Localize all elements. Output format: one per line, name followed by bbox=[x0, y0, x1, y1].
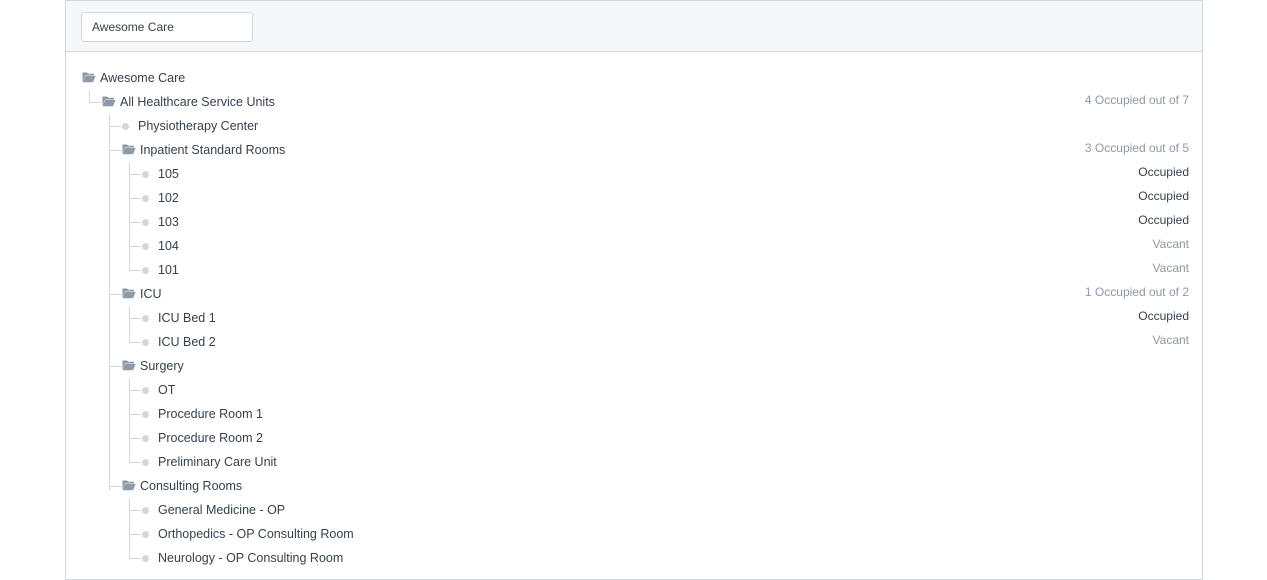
occupancy-summary: 1 Occupied out of 2 bbox=[1084, 285, 1189, 299]
tree-node-label[interactable]: Preliminary Care Unit bbox=[158, 454, 277, 470]
leaf-dot-icon bbox=[142, 435, 149, 442]
tree-node-label[interactable]: Awesome Care bbox=[100, 70, 185, 86]
tree-node-surgery[interactable]: Surgery bbox=[66, 354, 1204, 378]
occupancy-status: Occupied bbox=[1138, 213, 1189, 227]
tree-node-label[interactable]: OT bbox=[158, 382, 175, 398]
filter-toolbar bbox=[66, 1, 1202, 52]
tree-node-bed[interactable]: ICU Bed 1 Occupied bbox=[66, 306, 1204, 330]
tree-node-label[interactable]: 105 bbox=[158, 166, 179, 182]
tree-node-unit[interactable]: Procedure Room 2 bbox=[66, 426, 1204, 450]
folder-open-icon bbox=[122, 479, 136, 491]
occupancy-status: Vacant bbox=[1152, 333, 1189, 347]
tree-node-room[interactable]: 101 Vacant bbox=[66, 258, 1204, 282]
occupancy-status: Occupied bbox=[1138, 165, 1189, 179]
tree-node-label[interactable]: ICU bbox=[140, 286, 162, 302]
tree-node-room[interactable]: 105 Occupied bbox=[66, 162, 1204, 186]
leaf-dot-icon bbox=[142, 555, 149, 562]
tree-node-consulting[interactable]: Consulting Rooms bbox=[66, 474, 1204, 498]
tree-node-label[interactable]: ICU Bed 2 bbox=[158, 334, 216, 350]
tree-node-label[interactable]: Neurology - OP Consulting Room bbox=[158, 550, 343, 566]
tree-node-physiotherapy[interactable]: Physiotherapy Center bbox=[66, 114, 1204, 138]
tree-node-unit[interactable]: Neurology - OP Consulting Room bbox=[66, 546, 1204, 570]
leaf-dot-icon bbox=[142, 459, 149, 466]
tree-node-label[interactable]: 101 bbox=[158, 262, 179, 278]
leaf-dot-icon bbox=[142, 387, 149, 394]
tree-node-icu[interactable]: ICU 1 Occupied out of 2 bbox=[66, 282, 1204, 306]
tree-node-unit[interactable]: Preliminary Care Unit bbox=[66, 450, 1204, 474]
tree-node-unit[interactable]: OT bbox=[66, 378, 1204, 402]
tree-node-bed[interactable]: ICU Bed 2 Vacant bbox=[66, 330, 1204, 354]
folder-open-icon bbox=[102, 95, 116, 107]
occupancy-status: Occupied bbox=[1138, 189, 1189, 203]
tree-node-label[interactable]: Procedure Room 2 bbox=[158, 430, 263, 446]
occupancy-status: Vacant bbox=[1152, 261, 1189, 275]
leaf-dot-icon bbox=[142, 219, 149, 226]
tree-node-room[interactable]: 103 Occupied bbox=[66, 210, 1204, 234]
tree-panel: Awesome Care All Healthcare Service Unit… bbox=[65, 0, 1203, 580]
tree-node-label[interactable]: ICU Bed 1 bbox=[158, 310, 216, 326]
folder-open-icon bbox=[82, 71, 96, 83]
tree-node-label[interactable]: Physiotherapy Center bbox=[138, 118, 258, 134]
leaf-dot-icon bbox=[142, 315, 149, 322]
leaf-dot-icon bbox=[142, 171, 149, 178]
tree-node-label[interactable]: 103 bbox=[158, 214, 179, 230]
leaf-dot-icon bbox=[122, 123, 129, 130]
tree-node-unit[interactable]: Orthopedics - OP Consulting Room bbox=[66, 522, 1204, 546]
company-filter-input[interactable] bbox=[81, 12, 253, 42]
leaf-dot-icon bbox=[142, 267, 149, 274]
occupancy-summary: 4 Occupied out of 7 bbox=[1084, 93, 1189, 107]
leaf-dot-icon bbox=[142, 411, 149, 418]
tree-node-label[interactable]: Procedure Room 1 bbox=[158, 406, 263, 422]
tree-node-room[interactable]: 102 Occupied bbox=[66, 186, 1204, 210]
tree-node-label[interactable]: 104 bbox=[158, 238, 179, 254]
occupancy-status: Occupied bbox=[1138, 309, 1189, 323]
tree-node-label[interactable]: Inpatient Standard Rooms bbox=[140, 142, 285, 158]
occupancy-status: Vacant bbox=[1152, 237, 1189, 251]
tree-node-label[interactable]: Orthopedics - OP Consulting Room bbox=[158, 526, 354, 542]
tree-node-root[interactable]: Awesome Care bbox=[66, 66, 1204, 90]
tree-node-label[interactable]: 102 bbox=[158, 190, 179, 206]
occupancy-summary: 3 Occupied out of 5 bbox=[1084, 141, 1189, 155]
tree-node-room[interactable]: 104 Vacant bbox=[66, 234, 1204, 258]
leaf-dot-icon bbox=[142, 507, 149, 514]
tree-node-unit[interactable]: General Medicine - OP bbox=[66, 498, 1204, 522]
folder-open-icon bbox=[122, 359, 136, 371]
leaf-dot-icon bbox=[142, 243, 149, 250]
leaf-dot-icon bbox=[142, 531, 149, 538]
tree-node-unit[interactable]: Procedure Room 1 bbox=[66, 402, 1204, 426]
leaf-dot-icon bbox=[142, 195, 149, 202]
tree-node-label[interactable]: Consulting Rooms bbox=[140, 478, 242, 494]
leaf-dot-icon bbox=[142, 339, 149, 346]
folder-open-icon bbox=[122, 287, 136, 299]
tree-node-all-units[interactable]: All Healthcare Service Units 4 Occupied … bbox=[66, 90, 1204, 114]
tree-node-inpatient[interactable]: Inpatient Standard Rooms 3 Occupied out … bbox=[66, 138, 1204, 162]
tree-node-label[interactable]: Surgery bbox=[140, 358, 184, 374]
folder-open-icon bbox=[122, 143, 136, 155]
tree-node-label[interactable]: General Medicine - OP bbox=[158, 502, 285, 518]
tree-node-label[interactable]: All Healthcare Service Units bbox=[120, 94, 275, 110]
